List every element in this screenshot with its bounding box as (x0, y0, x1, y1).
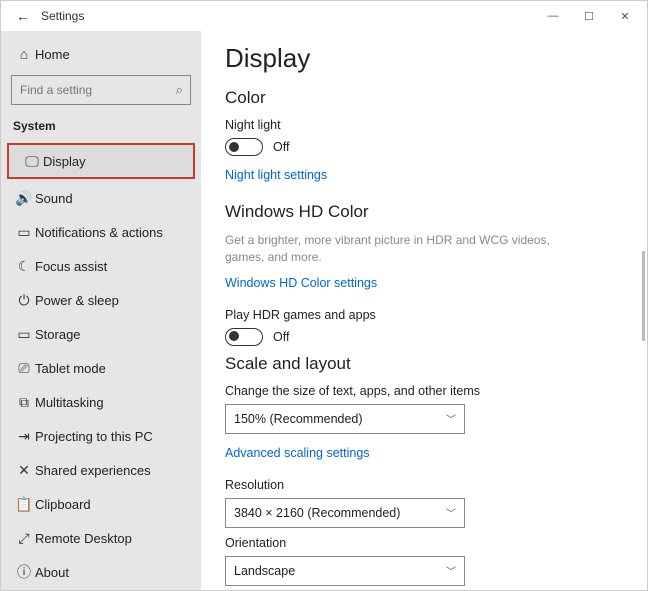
about-icon: ⓘ (13, 562, 35, 582)
nav-label: Focus assist (35, 259, 107, 274)
tablet-icon: ⎚ (13, 360, 35, 377)
orientation-value: Landscape (234, 564, 295, 578)
nav-label: Clipboard (35, 497, 91, 512)
sound-icon: 🔊 (13, 190, 35, 207)
scrollbar[interactable] (642, 251, 645, 341)
sidebar-item-tablet[interactable]: ⎚ Tablet mode (1, 351, 201, 385)
display-icon: 🖵 (21, 153, 43, 170)
home-icon: ⌂ (13, 46, 35, 62)
sidebar: ⌂ Home ⌕ System 🖵 Display 🔊 Sound ▭ Noti… (1, 31, 201, 590)
night-light-toggle[interactable] (225, 138, 263, 156)
section-scale: Scale and layout (225, 354, 623, 374)
orientation-label: Orientation (225, 536, 623, 550)
storage-icon: ▭ (13, 326, 35, 343)
chevron-down-icon: ﹀ (446, 563, 456, 578)
chevron-down-icon: ﹀ (446, 411, 456, 426)
section-hdcolor: Windows HD Color (225, 202, 623, 222)
remote-icon: ⤢ (13, 530, 35, 547)
nav-label: About (35, 565, 69, 580)
nav-label: Tablet mode (35, 361, 106, 376)
resolution-label: Resolution (225, 478, 623, 492)
sidebar-item-about[interactable]: ⓘ About (1, 555, 201, 589)
sidebar-item-sound[interactable]: 🔊 Sound (1, 181, 201, 215)
text-size-value: 150% (Recommended) (234, 412, 363, 426)
page-title: Display (225, 43, 623, 74)
notifications-icon: ▭ (13, 224, 35, 241)
back-button[interactable]: ← (11, 8, 35, 24)
sidebar-item-power[interactable]: ⏻ Power & sleep (1, 283, 201, 317)
sidebar-item-focus-assist[interactable]: ☾ Focus assist (1, 249, 201, 283)
sidebar-item-multitasking[interactable]: ⧉ Multitasking (1, 385, 201, 419)
category-label: System (1, 113, 201, 141)
chevron-down-icon: ﹀ (446, 505, 456, 520)
advanced-scaling-link[interactable]: Advanced scaling settings (225, 446, 370, 460)
nav-label: Power & sleep (35, 293, 119, 308)
text-size-label: Change the size of text, apps, and other… (225, 384, 623, 398)
resolution-value: 3840 × 2160 (Recommended) (234, 506, 400, 520)
home-label: Home (35, 47, 70, 62)
text-size-select[interactable]: 150% (Recommended) ﹀ (225, 404, 465, 434)
nav-label: Multitasking (35, 395, 104, 410)
nav-label: Projecting to this PC (35, 429, 153, 444)
window-title: Settings (41, 9, 84, 23)
highlight-display: 🖵 Display (7, 143, 195, 179)
nav-label: Notifications & actions (35, 225, 163, 240)
nav-label: Shared experiences (35, 463, 151, 478)
focus-icon: ☾ (13, 258, 35, 275)
sidebar-item-remote[interactable]: ⤢ Remote Desktop (1, 521, 201, 555)
titlebar: ← Settings — ☐ ✕ (1, 1, 647, 31)
play-hdr-label: Play HDR games and apps (225, 308, 623, 322)
sidebar-item-notifications[interactable]: ▭ Notifications & actions (1, 215, 201, 249)
minimize-button[interactable]: — (535, 10, 571, 22)
hdcolor-settings-link[interactable]: Windows HD Color settings (225, 276, 377, 290)
nav-label: Storage (35, 327, 81, 342)
power-icon: ⏻ (13, 292, 35, 309)
sidebar-item-clipboard[interactable]: 📋 Clipboard (1, 487, 201, 521)
sidebar-item-storage[interactable]: ▭ Storage (1, 317, 201, 351)
play-hdr-state: Off (273, 330, 289, 344)
orientation-select[interactable]: Landscape ﹀ (225, 556, 465, 586)
nav-label: Sound (35, 191, 73, 206)
home-button[interactable]: ⌂ Home (1, 37, 201, 71)
clipboard-icon: 📋 (13, 496, 35, 513)
section-color: Color (225, 88, 623, 108)
search-input[interactable] (11, 75, 191, 105)
maximize-button[interactable]: ☐ (571, 10, 607, 23)
nav-label: Display (43, 154, 86, 169)
multitasking-icon: ⧉ (13, 394, 35, 411)
search-icon: ⌕ (176, 82, 183, 98)
hdcolor-desc: Get a brighter, more vibrant picture in … (225, 232, 555, 266)
content-pane: Display Color Night light Off Night ligh… (201, 31, 647, 590)
sidebar-item-shared[interactable]: ✕ Shared experiences (1, 453, 201, 487)
resolution-select[interactable]: 3840 × 2160 (Recommended) ﹀ (225, 498, 465, 528)
play-hdr-toggle[interactable] (225, 328, 263, 346)
projecting-icon: ⇥ (13, 428, 35, 445)
night-light-settings-link[interactable]: Night light settings (225, 168, 327, 182)
sidebar-item-projecting[interactable]: ⇥ Projecting to this PC (1, 419, 201, 453)
night-light-label: Night light (225, 118, 623, 132)
sidebar-item-display[interactable]: 🖵 Display (9, 145, 193, 177)
close-button[interactable]: ✕ (607, 10, 643, 23)
shared-icon: ✕ (13, 462, 35, 479)
night-light-state: Off (273, 140, 289, 154)
nav-label: Remote Desktop (35, 531, 132, 546)
